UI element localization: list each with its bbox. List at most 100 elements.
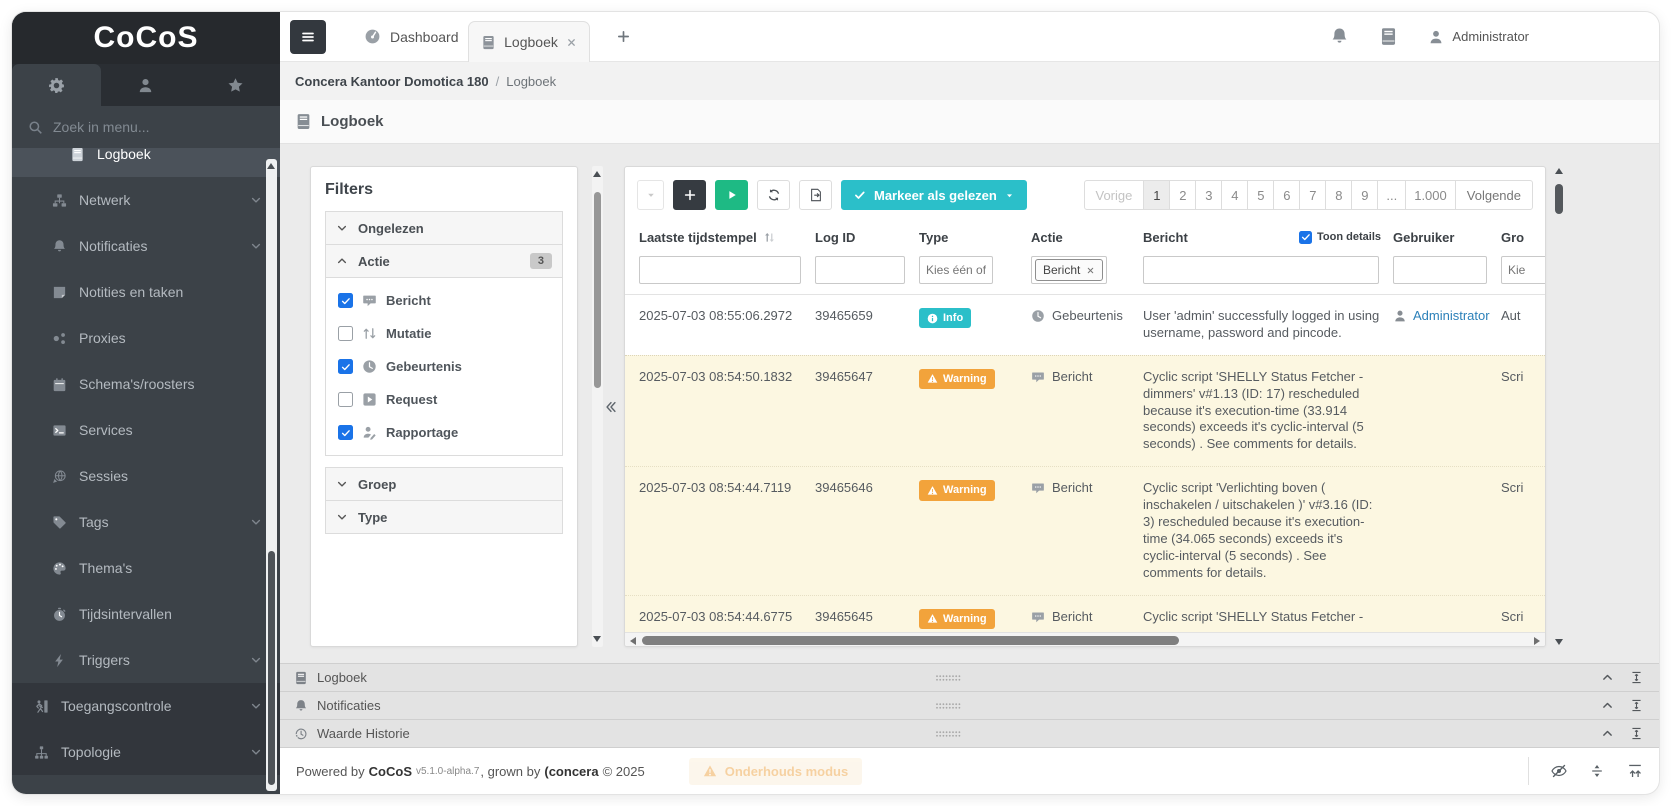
horizontal-scrollbar[interactable] [625, 632, 1545, 646]
sidebar-tab-users[interactable] [101, 64, 190, 106]
filter-group-select[interactable] [1501, 256, 1545, 284]
pagination-page-...[interactable]: ... [1377, 180, 1406, 210]
filter-option-mutatie[interactable]: Mutatie [338, 326, 550, 341]
filter-section-actie[interactable]: Actie3 [325, 244, 563, 278]
filters-scrollbar[interactable] [592, 166, 603, 647]
scroll-up-arrow-icon[interactable] [593, 171, 601, 177]
scroll-down-arrow-icon[interactable] [593, 636, 601, 642]
sidebar-item-proxies[interactable]: Proxies [12, 315, 280, 361]
collapse-all-icon[interactable] [1627, 763, 1643, 779]
table-row[interactable]: 2025-07-03 08:54:44.711939465646WarningB… [625, 466, 1545, 594]
logbook-icon[interactable] [1379, 27, 1398, 46]
col-message[interactable]: Bericht [1143, 230, 1188, 245]
menu-toggle-button[interactable] [290, 20, 326, 54]
details-checkbox[interactable] [1299, 231, 1312, 244]
drag-handle-icon[interactable] [935, 702, 961, 710]
filter-type-select[interactable] [919, 256, 993, 284]
sidebar-scrollbar-thumb[interactable] [268, 551, 275, 785]
user-link[interactable]: Administrator [1393, 308, 1489, 325]
tab-logboek[interactable]: Logboek [468, 21, 590, 62]
filter-option-rapportage[interactable]: Rapportage [338, 425, 550, 440]
refresh-button[interactable] [757, 180, 790, 210]
scroll-right-arrow-icon[interactable] [1534, 637, 1540, 645]
sidebar-item-tags[interactable]: Tags [12, 499, 280, 545]
remove-chip-icon[interactable] [1086, 266, 1095, 275]
checkbox[interactable] [338, 326, 353, 341]
resume-button[interactable] [715, 180, 748, 210]
docked-panel-waarde-historie[interactable]: Waarde Historie [280, 719, 1659, 747]
filter-section-groep[interactable]: Groep [325, 467, 563, 501]
sidebar-item-thema-s[interactable]: Thema's [12, 545, 280, 591]
filter-user-input[interactable] [1393, 256, 1487, 284]
filter-log-id-input[interactable] [815, 256, 905, 284]
sort-icon[interactable] [763, 231, 776, 244]
col-action[interactable]: Actie [1031, 230, 1143, 245]
col-timestamp[interactable]: Laatste tijdstempel [639, 230, 757, 245]
pagination-page-2[interactable]: 2 [1169, 180, 1196, 210]
docked-panel-logboek[interactable]: Logboek [280, 663, 1659, 691]
filter-section-type[interactable]: Type [325, 500, 563, 534]
filter-timestamp-input[interactable] [639, 256, 801, 284]
col-group[interactable]: Gro [1501, 230, 1545, 245]
close-icon[interactable] [566, 37, 577, 48]
add-entry-button[interactable] [673, 180, 706, 210]
scroll-down-arrow-icon[interactable] [1555, 639, 1563, 645]
filter-action-chip[interactable]: Bericht [1035, 259, 1103, 281]
filter-section-ongelezen[interactable]: Ongelezen [325, 211, 563, 245]
filters-scrollbar-thumb[interactable] [594, 192, 601, 388]
sidebar-tab-settings[interactable] [12, 64, 101, 106]
scroll-up-arrow-icon[interactable] [267, 163, 275, 169]
col-type[interactable]: Type [919, 230, 1031, 245]
pagination-page-4[interactable]: 4 [1221, 180, 1248, 210]
pagination-page-5[interactable]: 5 [1247, 180, 1274, 210]
show-details-toggle[interactable]: Toon details [1299, 231, 1381, 244]
sidebar-scrollbar[interactable] [266, 159, 277, 791]
filter-option-bericht[interactable]: Bericht [338, 293, 550, 308]
user-menu[interactable]: Administrator [1428, 29, 1529, 45]
sidebar-item-notities-en-taken[interactable]: Notities en taken [12, 269, 280, 315]
pagination-page-8[interactable]: 8 [1325, 180, 1352, 210]
split-view-icon[interactable] [1589, 763, 1605, 779]
col-log-id[interactable]: Log ID [815, 230, 919, 245]
filter-option-gebeurtenis[interactable]: Gebeurtenis [338, 359, 550, 374]
scroll-left-arrow-icon[interactable] [630, 637, 636, 645]
sidebar-tab-favorites[interactable] [191, 64, 280, 106]
sidebar-item-netwerk[interactable]: Netwerk [12, 177, 280, 223]
table-scrollbar[interactable] [1554, 166, 1565, 647]
mark-as-read-button[interactable]: Markeer als gelezen [841, 180, 1027, 210]
sidebar-item-tijdsintervallen[interactable]: Tijdsintervallen [12, 591, 280, 637]
horizontal-scrollbar-thumb[interactable] [642, 636, 1179, 645]
collapse-filters-handle[interactable] [604, 394, 620, 420]
export-button[interactable] [799, 180, 832, 210]
table-row[interactable]: 2025-07-03 08:55:06.297239465659InfoGebe… [625, 295, 1545, 355]
sidebar-item-notificaties[interactable]: Notificaties [12, 223, 280, 269]
tab-dashboard[interactable]: Dashboard [364, 12, 459, 61]
pagination-next[interactable]: Volgende [1455, 180, 1533, 210]
sidebar-item-topologie[interactable]: Topologie [12, 729, 280, 775]
sidebar-item-toegangscontrole[interactable]: Toegangscontrole [12, 683, 280, 729]
pagination-page-9[interactable]: 9 [1351, 180, 1378, 210]
eye-slash-icon[interactable] [1551, 763, 1567, 779]
table-row[interactable]: 2025-07-03 08:54:50.183239465647WarningB… [625, 355, 1545, 466]
pagination-page-1[interactable]: 1 [1143, 180, 1170, 210]
filter-action-box[interactable]: Bericht [1031, 256, 1107, 284]
docked-panel-notificaties[interactable]: Notificaties [280, 691, 1659, 719]
drag-handle-icon[interactable] [935, 730, 961, 738]
pagination-prev[interactable]: Vorige [1084, 180, 1145, 210]
notifications-bell-icon[interactable] [1330, 27, 1349, 46]
breadcrumb-root[interactable]: Concera Kantoor Domotica 180 [295, 74, 489, 89]
checkbox[interactable] [338, 359, 353, 374]
table-scrollbar-thumb[interactable] [1555, 184, 1563, 214]
new-tab-button[interactable] [616, 12, 631, 61]
col-user[interactable]: Gebruiker [1393, 230, 1501, 245]
bulk-select-dropdown-button[interactable] [637, 180, 664, 210]
pagination-page-1.000[interactable]: 1.000 [1405, 180, 1456, 210]
filter-option-request[interactable]: Request [338, 392, 550, 407]
filter-message-input[interactable] [1143, 256, 1379, 284]
pagination-page-6[interactable]: 6 [1273, 180, 1300, 210]
scroll-up-arrow-icon[interactable] [1555, 168, 1563, 174]
drag-handle-icon[interactable] [935, 674, 961, 682]
pagination-page-7[interactable]: 7 [1299, 180, 1326, 210]
sidebar-item-triggers[interactable]: Triggers [12, 637, 280, 683]
menu-search-input[interactable] [53, 119, 264, 135]
